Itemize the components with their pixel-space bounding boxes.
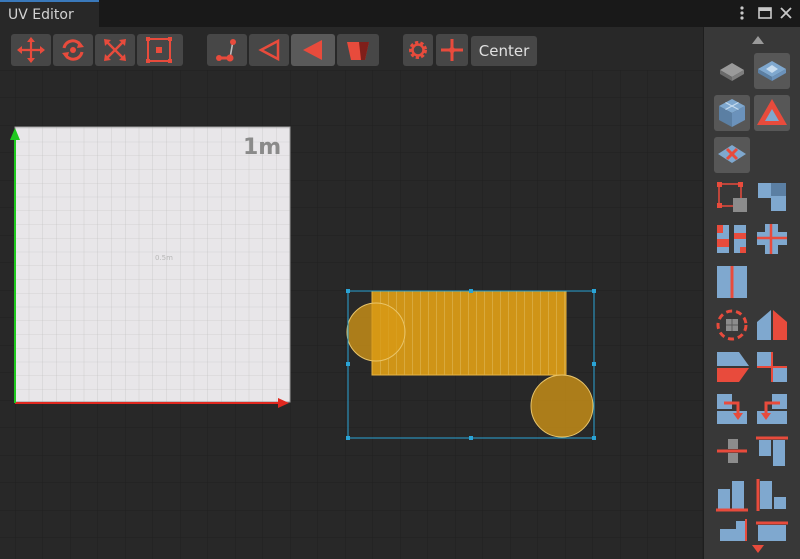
fit-icon [716, 309, 748, 341]
pivot-crosshair-icon [441, 39, 463, 61]
split-button[interactable] [714, 221, 750, 257]
half-unit-label: 0.5m [155, 254, 173, 262]
cube-project-icon [719, 99, 745, 127]
vertex-mode-button[interactable] [207, 34, 247, 66]
face-mode-button[interactable] [291, 34, 335, 66]
pivot-button[interactable] [436, 34, 468, 66]
uv-actions-panel [703, 27, 800, 559]
uv-canvas[interactable] [0, 70, 703, 559]
distribute-button[interactable] [714, 433, 750, 469]
scroll-down-icon[interactable] [751, 544, 765, 554]
flip-left-icon [717, 394, 747, 424]
vertex-icon [216, 39, 236, 62]
split-icon [717, 225, 746, 253]
mirror-horizontal-icon [757, 310, 787, 340]
bars-bottom-button[interactable] [714, 477, 750, 513]
flip-right-button[interactable] [754, 391, 790, 427]
flip-right-icon [757, 394, 787, 424]
uv-island-circle-left [346, 302, 406, 362]
weld-button[interactable] [754, 221, 790, 257]
close-icon[interactable] [777, 4, 795, 22]
maximize-icon[interactable] [756, 4, 774, 22]
cube-project-button[interactable] [714, 95, 750, 131]
stitch-button[interactable] [754, 179, 790, 215]
face-icon [303, 40, 322, 60]
mirror-vertical-icon [717, 352, 749, 382]
tab-uv-editor[interactable]: UV Editor [0, 0, 99, 27]
move-tool-button[interactable] [11, 34, 51, 66]
pivot-center-dropdown[interactable]: Center [471, 36, 537, 66]
align-right-icon [720, 519, 747, 541]
collapse-icon [717, 266, 747, 298]
scroll-up-icon[interactable] [751, 35, 765, 45]
align-bottom-icon [756, 521, 788, 541]
triangle-project-button[interactable] [754, 95, 790, 131]
rect-select-icon [146, 37, 172, 63]
planar-project-button[interactable] [714, 53, 750, 89]
gear-icon [409, 41, 427, 59]
planar-project-icon [720, 63, 744, 81]
align-top-icon [756, 436, 788, 466]
uv-island-circle-right [530, 374, 594, 438]
bars-bottom-icon [716, 481, 748, 512]
align-top-button[interactable] [754, 433, 790, 469]
rotate-icon [62, 39, 84, 61]
box-project-icon [758, 61, 786, 81]
edge-icon [258, 38, 280, 62]
align-left-icon [757, 352, 787, 382]
select-island-icon [717, 182, 747, 212]
menu-icon[interactable] [733, 4, 751, 22]
flip-left-button[interactable] [714, 391, 750, 427]
rect-tool-button[interactable] [137, 34, 183, 66]
mirror-vertical-button[interactable] [714, 349, 750, 385]
distribute-icon [717, 439, 747, 463]
object-mode-button[interactable] [337, 34, 379, 66]
tab-title: UV Editor [8, 7, 74, 23]
stitch-icon [758, 183, 786, 211]
collapse-button[interactable] [714, 263, 750, 299]
uv-grid [0, 70, 703, 559]
unit-label: 1m [243, 135, 282, 160]
triangle-project-icon [757, 99, 787, 125]
select-island-button[interactable] [714, 179, 750, 215]
reset-uv-icon [718, 145, 746, 163]
rotate-tool-button[interactable] [53, 34, 93, 66]
object-icon [347, 42, 369, 60]
bars-left-icon [756, 479, 786, 511]
align-left-button[interactable] [754, 349, 790, 385]
weld-icon [757, 224, 787, 254]
edge-mode-button[interactable] [249, 34, 289, 66]
bars-left-button[interactable] [754, 477, 790, 513]
reset-uv-button[interactable] [714, 137, 750, 173]
box-project-button[interactable] [754, 53, 790, 89]
move-arrows-icon [17, 37, 45, 63]
scale-tool-button[interactable] [95, 34, 135, 66]
uv-editor-window: UV Editor 1m 0.5m Center [0, 0, 800, 559]
title-bar: UV Editor [0, 0, 800, 27]
fit-button[interactable] [714, 307, 750, 343]
scale-icon [104, 39, 126, 61]
settings-button[interactable] [403, 34, 433, 66]
extra-tool-button-2[interactable] [754, 519, 790, 541]
mirror-horizontal-button[interactable] [754, 307, 790, 343]
extra-tool-button-1[interactable] [714, 519, 750, 541]
